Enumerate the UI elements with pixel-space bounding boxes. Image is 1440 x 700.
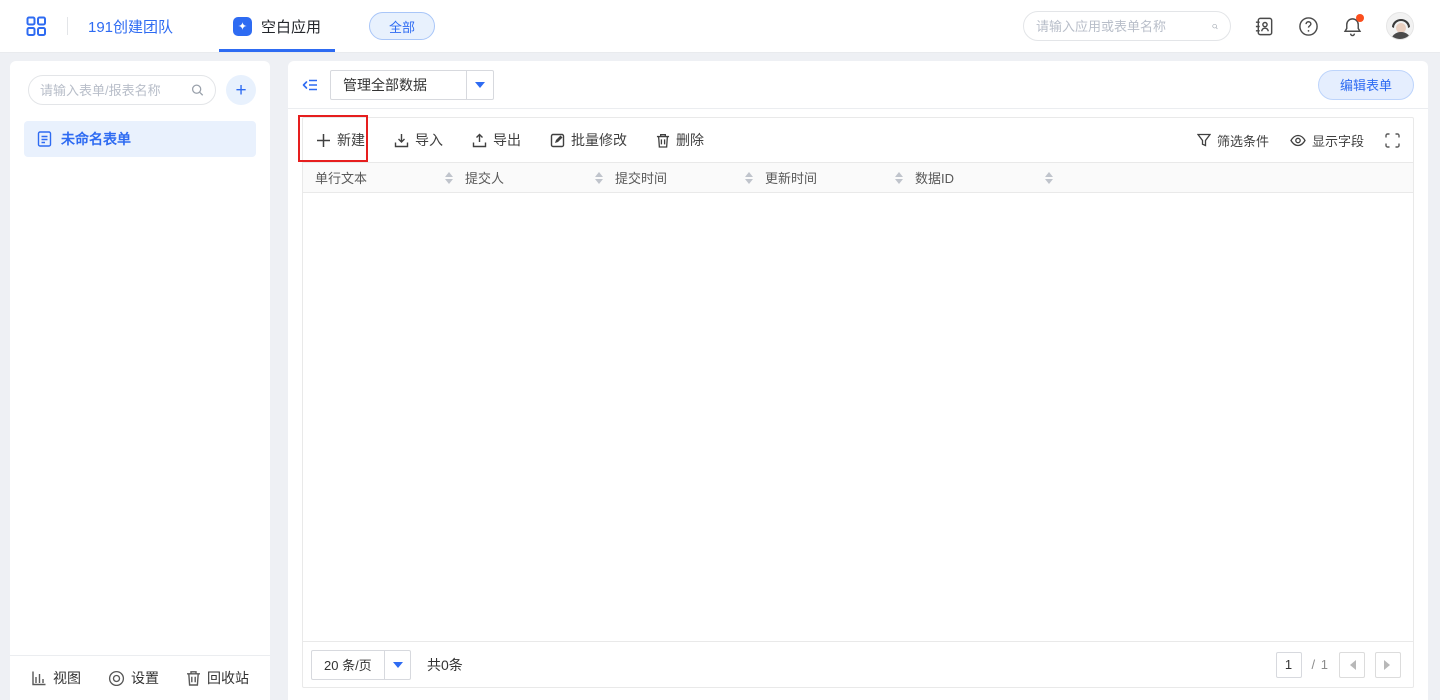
toolbar-right: 筛选条件 显示字段	[1197, 131, 1400, 150]
data-view-select-value: 管理全部数据	[331, 75, 466, 95]
column-label: 提交时间	[615, 168, 667, 187]
search-icon	[191, 83, 204, 97]
tab-current-app[interactable]: ✦ 空白应用	[233, 0, 321, 52]
next-page-button[interactable]	[1375, 652, 1401, 678]
chevron-down-icon	[384, 651, 410, 679]
collapse-sidebar-icon[interactable]	[302, 77, 318, 93]
settings-label: 设置	[131, 668, 159, 688]
notification-badge	[1356, 14, 1364, 22]
header-right	[1023, 11, 1414, 41]
team-name-link[interactable]: 191创建团队	[88, 16, 173, 37]
form-doc-icon	[37, 131, 52, 147]
app-tab-label: 空白应用	[261, 16, 321, 37]
app-icon: ✦	[233, 17, 252, 36]
main-header-row: 管理全部数据 编辑表单	[288, 61, 1428, 109]
table-body-empty	[303, 193, 1413, 641]
active-tab-underline	[219, 49, 335, 52]
sort-icon[interactable]	[745, 168, 753, 188]
new-record-button[interactable]: 新建	[316, 130, 365, 150]
eye-icon	[1290, 134, 1306, 147]
help-icon[interactable]	[1298, 16, 1319, 37]
pagination-controls: 1 / 1	[1276, 652, 1401, 678]
search-icon	[1212, 19, 1218, 34]
pagination-bar: 20 条/页 共0条 1 / 1	[303, 641, 1413, 687]
filter-pill-all[interactable]: 全部	[369, 12, 435, 40]
sidebar-search-input[interactable]	[40, 83, 191, 98]
current-page-input[interactable]: 1	[1276, 652, 1302, 678]
recycle-bin-button[interactable]: 回收站	[186, 668, 249, 688]
column-header-single-line-text[interactable]: 单行文本	[315, 168, 465, 188]
notifications-button[interactable]	[1342, 16, 1363, 37]
main-panel: 管理全部数据 编辑表单 新建 导入	[288, 61, 1428, 700]
recycle-bin-label: 回收站	[207, 668, 249, 688]
import-label: 导入	[415, 130, 443, 150]
chevron-right-icon	[1384, 660, 1395, 670]
batch-edit-label: 批量修改	[571, 130, 627, 150]
display-fields-label: 显示字段	[1312, 131, 1364, 150]
batch-edit-button[interactable]: 批量修改	[550, 130, 627, 150]
global-search-input[interactable]	[1036, 19, 1212, 34]
sort-icon[interactable]	[595, 168, 603, 188]
new-record-label: 新建	[337, 130, 365, 150]
sidebar-item-form[interactable]: 未命名表单	[24, 121, 256, 157]
column-header-submitter[interactable]: 提交人	[465, 168, 615, 188]
views-button[interactable]: 视图	[31, 668, 81, 688]
filter-icon	[1197, 133, 1211, 147]
header-left: 191创建团队 ✦ 空白应用 全部	[26, 0, 435, 52]
export-label: 导出	[493, 130, 521, 150]
chevron-left-icon	[1345, 660, 1356, 670]
import-icon	[394, 133, 409, 148]
filter-conditions-button[interactable]: 筛选条件	[1197, 131, 1269, 150]
export-button[interactable]: 导出	[472, 130, 521, 150]
delete-label: 删除	[676, 130, 704, 150]
column-label: 数据ID	[915, 168, 954, 187]
sidebar-search[interactable]	[28, 75, 216, 105]
column-label: 单行文本	[315, 168, 367, 187]
sidebar-item-label: 未命名表单	[61, 129, 131, 149]
total-count-label: 共0条	[427, 655, 463, 675]
sidebar-footer: 视图 设置 回收站	[10, 655, 270, 700]
add-form-button[interactable]: +	[226, 75, 256, 105]
total-pages-label: / 1	[1312, 657, 1329, 672]
delete-button[interactable]: 删除	[656, 130, 704, 150]
prev-page-button[interactable]	[1339, 652, 1365, 678]
column-label: 更新时间	[765, 168, 817, 187]
sort-icon[interactable]	[895, 168, 903, 188]
column-label: 提交人	[465, 168, 504, 187]
batch-edit-icon	[550, 133, 565, 148]
page-size-select[interactable]: 20 条/页	[311, 650, 411, 680]
page-size-value: 20 条/页	[312, 655, 384, 674]
chevron-down-icon	[466, 71, 493, 99]
toolbar: 新建 导入 导出 批量修改	[303, 118, 1413, 162]
sidebar-search-row: +	[10, 61, 270, 113]
data-view-select[interactable]: 管理全部数据	[330, 70, 494, 100]
edit-form-button[interactable]: 编辑表单	[1318, 70, 1414, 100]
top-header: 191创建团队 ✦ 空白应用 全部	[0, 0, 1440, 53]
filter-conditions-label: 筛选条件	[1217, 131, 1269, 150]
recycle-bin-icon	[186, 670, 201, 686]
plus-icon	[316, 133, 331, 148]
global-search[interactable]	[1023, 11, 1231, 41]
settings-button[interactable]: 设置	[108, 668, 159, 688]
table-header-row: 单行文本 提交人 提交时间 更新时间 数据ID	[303, 162, 1413, 193]
column-header-submit-time[interactable]: 提交时间	[615, 168, 765, 188]
display-fields-button[interactable]: 显示字段	[1290, 131, 1364, 150]
column-header-data-id[interactable]: 数据ID	[915, 168, 1065, 188]
chart-view-icon	[31, 670, 47, 686]
header-divider	[67, 17, 68, 35]
avatar[interactable]	[1386, 12, 1414, 40]
export-icon	[472, 133, 487, 148]
data-grid-container: 新建 导入 导出 批量修改	[302, 117, 1414, 688]
column-header-update-time[interactable]: 更新时间	[765, 168, 915, 188]
delete-icon	[656, 133, 670, 148]
sort-icon[interactable]	[1045, 168, 1053, 188]
sidebar: + 未命名表单 视图 设置 回收站	[10, 61, 270, 700]
settings-icon	[108, 670, 125, 687]
apps-grid-icon[interactable]	[26, 16, 47, 37]
fullscreen-icon[interactable]	[1385, 133, 1400, 148]
import-button[interactable]: 导入	[394, 130, 443, 150]
contacts-icon[interactable]	[1254, 16, 1275, 37]
views-label: 视图	[53, 668, 81, 688]
sort-icon[interactable]	[445, 168, 453, 188]
